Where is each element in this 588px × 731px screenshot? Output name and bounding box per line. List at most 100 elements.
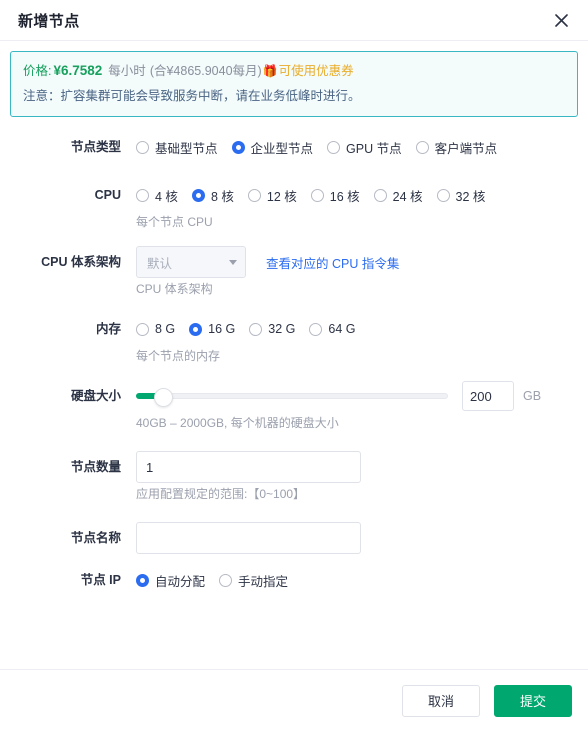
coupon-link[interactable]: 可使用优惠券 bbox=[279, 64, 354, 78]
radio-node-type-basic[interactable]: 基础型节点 bbox=[136, 138, 218, 157]
cpu-arch-control: 默认 查看对应的 CPU 指令集 CPU 体系架构 bbox=[136, 246, 578, 297]
slider-track[interactable] bbox=[136, 387, 448, 407]
node-ip-label: 节点 IP bbox=[80, 573, 121, 587]
price-label: 价格: bbox=[23, 64, 52, 78]
memory-radio-group: 8 G 16 G 32 G 64 G bbox=[136, 322, 355, 336]
radio-node-type-enterprise[interactable]: 企业型节点 bbox=[231, 138, 314, 157]
price-line: 价格: ¥6.7582 每小时 (合¥4865.9040每月)🎁可使用优惠券 bbox=[23, 61, 565, 81]
node-count-control: 应用配置规定的范围:【0~100】 bbox=[136, 451, 578, 502]
radio-icon bbox=[136, 140, 149, 154]
disk-size-slider[interactable] bbox=[136, 380, 448, 412]
form-row-memory: 内存 8 G 16 G 32 G 64 G 每个节点的内存 bbox=[10, 313, 578, 364]
disk-size-input[interactable] bbox=[462, 381, 514, 411]
radio-label: 32 G bbox=[268, 322, 296, 336]
price-unit: 每小时 bbox=[108, 64, 146, 78]
radio-icon bbox=[327, 140, 341, 154]
radio-label: 客户端节点 bbox=[434, 141, 498, 156]
cpu-arch-select[interactable]: 默认 bbox=[136, 246, 246, 278]
cpu-instruction-set-link[interactable]: 查看对应的 CPU 指令集 bbox=[266, 253, 399, 272]
radio-node-type-client[interactable]: 客户端节点 bbox=[415, 138, 498, 157]
form-row-node-count: 节点数量 应用配置规定的范围:【0~100】 bbox=[10, 451, 578, 502]
radio-cpu-24[interactable]: 24 核 bbox=[373, 186, 423, 205]
form-row-cpu-arch: CPU 体系架构 默认 查看对应的 CPU 指令集 CPU 体系架构 bbox=[10, 246, 578, 297]
slider-handle[interactable] bbox=[153, 387, 173, 407]
submit-button[interactable]: 提交 bbox=[494, 684, 572, 717]
cpu-hint: 每个节点 CPU bbox=[136, 215, 213, 229]
radio-icon bbox=[247, 188, 261, 202]
radio-label: 12 核 bbox=[266, 189, 297, 204]
radio-node-type-gpu[interactable]: GPU 节点 bbox=[327, 138, 402, 157]
radio-label: 8 G bbox=[155, 322, 176, 336]
node-count-input[interactable] bbox=[136, 451, 361, 483]
radio-icon bbox=[415, 140, 429, 154]
radio-icon bbox=[373, 188, 387, 202]
node-ip-radio-group: 自动分配 手动指定 bbox=[136, 571, 288, 590]
node-name-label: 节点名称 bbox=[70, 531, 121, 545]
radio-label: 24 核 bbox=[392, 189, 423, 204]
dialog-footer: 取消 提交 bbox=[0, 669, 588, 731]
form-row-node-ip: 节点 IP 自动分配 手动指定 bbox=[10, 564, 578, 596]
radio-icon bbox=[136, 322, 149, 336]
disk-size-unit: GB bbox=[523, 389, 542, 403]
radio-cpu-4[interactable]: 4 核 bbox=[136, 186, 178, 205]
radio-label: 64 G bbox=[328, 322, 356, 336]
radio-memory-8g[interactable]: 8 G bbox=[136, 322, 175, 336]
node-name-input[interactable] bbox=[136, 522, 361, 554]
radio-cpu-8[interactable]: 8 核 bbox=[191, 186, 234, 205]
radio-icon bbox=[309, 322, 323, 336]
radio-icon bbox=[136, 188, 149, 202]
radio-memory-64g[interactable]: 64 G bbox=[309, 322, 355, 336]
disk-size-label: 硬盘大小 bbox=[70, 389, 121, 403]
node-ip-control: 自动分配 手动指定 bbox=[136, 564, 578, 596]
cancel-button[interactable]: 取消 bbox=[402, 684, 480, 717]
radio-cpu-32[interactable]: 32 核 bbox=[436, 186, 486, 205]
price-amount: ¥6.7582 bbox=[53, 63, 103, 78]
radio-node-ip-auto[interactable]: 自动分配 bbox=[136, 571, 205, 590]
price-notice-banner: 价格: ¥6.7582 每小时 (合¥4865.9040每月)🎁可使用优惠券 注意：扩… bbox=[10, 51, 578, 117]
radio-icon-checked bbox=[189, 322, 203, 336]
chevron-down-icon bbox=[229, 259, 237, 265]
radio-cpu-16[interactable]: 16 核 bbox=[310, 186, 360, 205]
node-type-radio-group: 基础型节点 企业型节点 GPU 节点 客户端节点 bbox=[136, 138, 497, 157]
radio-node-ip-manual[interactable]: 手动指定 bbox=[219, 571, 288, 590]
dialog-body: 价格: ¥6.7582 每小时 (合¥4865.9040每月)🎁可使用优惠券 注意：扩… bbox=[0, 41, 588, 669]
cpu-arch-label: CPU 体系架构 bbox=[41, 255, 121, 269]
radio-label: GPU 节点 bbox=[346, 141, 402, 156]
radio-label: 基础型节点 bbox=[155, 141, 218, 156]
memory-control: 8 G 16 G 32 G 64 G 每个节点的内存 bbox=[136, 313, 578, 364]
dialog-header: 新增节点 bbox=[0, 0, 588, 41]
radio-label: 自动分配 bbox=[155, 574, 206, 589]
price-monthly: (合¥4865.9040每月) bbox=[149, 64, 262, 78]
radio-label: 8 核 bbox=[210, 189, 234, 204]
node-name-control bbox=[136, 522, 578, 554]
gift-icon: 🎁 bbox=[262, 64, 278, 78]
add-node-dialog: 新增节点 价格: ¥6.7582 每小时 (合¥4865.9040每月)🎁可使用优惠券… bbox=[0, 0, 588, 731]
radio-icon bbox=[436, 188, 450, 202]
radio-icon-checked bbox=[136, 573, 149, 587]
cpu-label: CPU bbox=[94, 188, 121, 202]
disk-size-control: GB 40GB – 2000GB, 每个机器的硬盘大小 bbox=[136, 380, 578, 431]
radio-memory-32g[interactable]: 32 G bbox=[249, 322, 295, 336]
radio-icon bbox=[249, 322, 263, 336]
form-row-cpu: CPU 4 核 8 核 12 核 16 核 24 核 32 核 每个节点 CPU bbox=[10, 179, 578, 230]
form-row-node-name: 节点名称 bbox=[10, 522, 578, 554]
cpu-arch-select-value: 默认 bbox=[147, 256, 173, 271]
cpu-arch-hint: CPU 体系架构 bbox=[136, 282, 213, 296]
radio-icon-checked bbox=[191, 188, 205, 202]
form-row-disk-size: 硬盘大小 GB 40GB – 2000GB, 每个机器的硬盘大小 bbox=[10, 380, 578, 431]
node-type-label: 节点类型 bbox=[70, 140, 121, 154]
cpu-radio-group: 4 核 8 核 12 核 16 核 24 核 32 核 bbox=[136, 186, 485, 205]
radio-label: 手动指定 bbox=[238, 574, 289, 589]
close-icon[interactable] bbox=[550, 9, 572, 31]
radio-label: 16 G bbox=[208, 322, 236, 336]
cpu-control: 4 核 8 核 12 核 16 核 24 核 32 核 每个节点 CPU bbox=[136, 179, 578, 230]
disk-size-hint: 40GB – 2000GB, 每个机器的硬盘大小 bbox=[136, 416, 339, 430]
radio-cpu-12[interactable]: 12 核 bbox=[247, 186, 297, 205]
node-count-label: 节点数量 bbox=[70, 460, 121, 474]
radio-label: 32 核 bbox=[455, 189, 486, 204]
node-count-hint: 应用配置规定的范围:【0~100】 bbox=[136, 487, 306, 501]
radio-label: 企业型节点 bbox=[250, 141, 314, 156]
page-title: 新增节点 bbox=[18, 12, 80, 30]
radio-icon-checked bbox=[231, 140, 245, 154]
radio-memory-16g[interactable]: 16 G bbox=[189, 322, 235, 336]
